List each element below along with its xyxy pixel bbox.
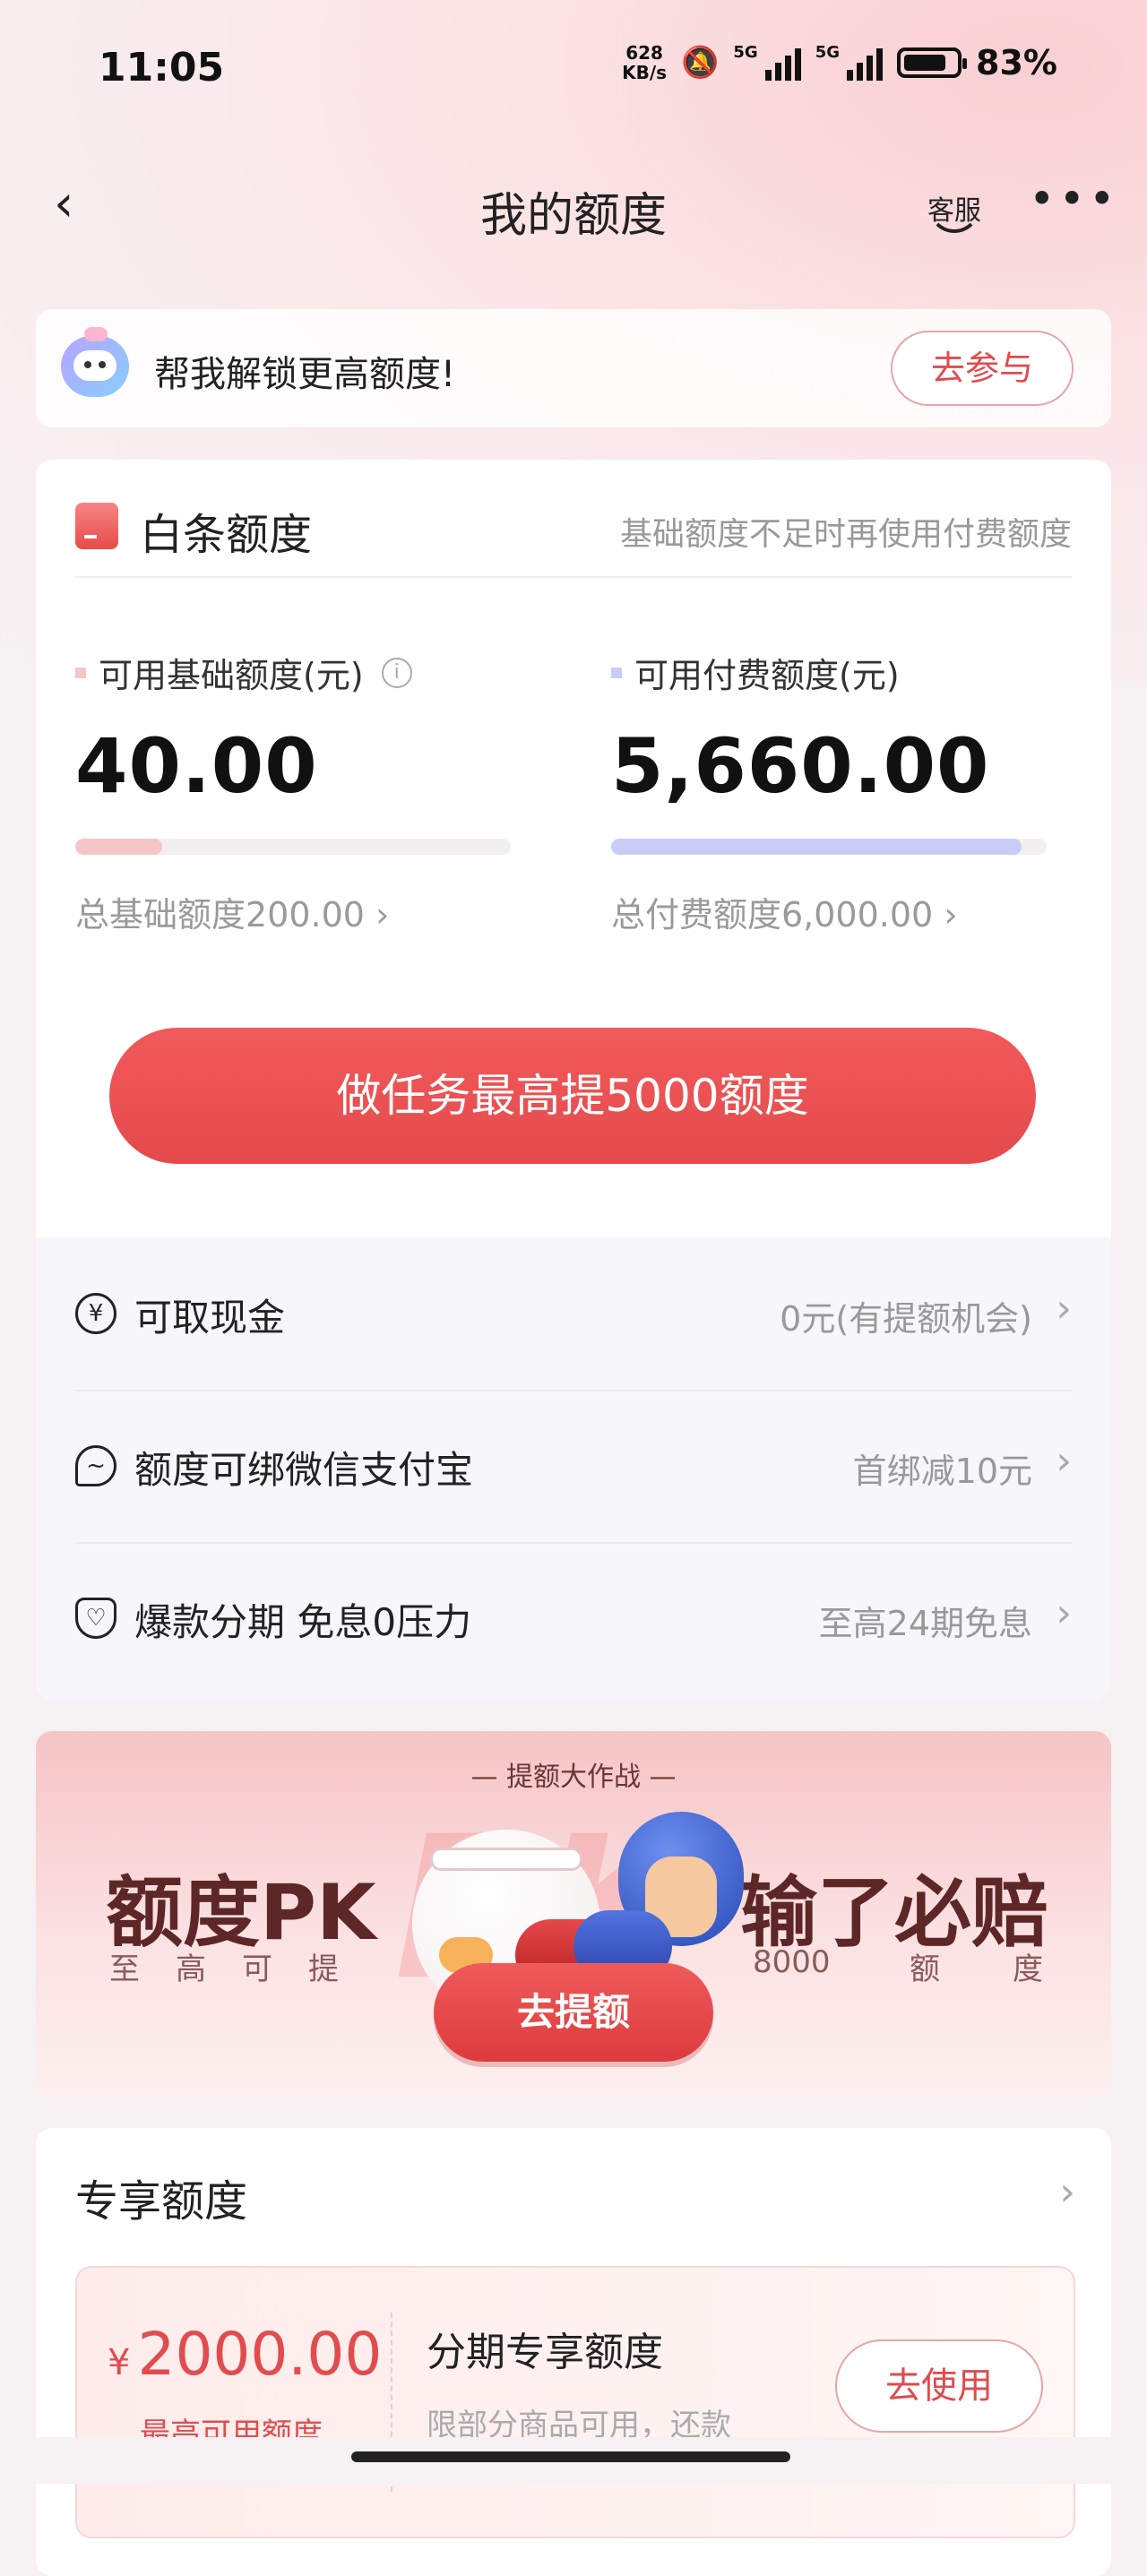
basic-credit-amount: 40.00 xyxy=(75,722,318,810)
service-label: 客服 xyxy=(927,195,981,227)
promo-tag: — 提额大作战 — xyxy=(470,1762,677,1793)
exclusive-credit-section: 专享额度 › ¥2000.00 最高可用额度 分期专享额度 限部分商品可用，还款… xyxy=(36,2128,1111,2576)
exclusive-name: 分期专享额度 xyxy=(427,2330,663,2375)
paid-credit-total-link[interactable]: 总付费额度6,000.00 › xyxy=(611,887,1050,936)
customer-service-button[interactable]: 客服 xyxy=(923,177,986,237)
section-title: 专享额度 xyxy=(75,2176,248,2227)
home-indicator[interactable] xyxy=(351,2451,790,2462)
credit-card: 白条额度 基础额度不足时再使用付费额度 可用基础额度(元) i 40.00 总基… xyxy=(36,460,1111,1701)
task-boost-button[interactable]: 做任务最高提5000额度 xyxy=(109,1028,1036,1164)
status-time: 11:05 xyxy=(99,45,225,90)
list-item-value: 至高24期免息 xyxy=(818,1604,1032,1643)
promo-right-sub-2: 额 xyxy=(910,1951,940,1987)
basic-credit-progress xyxy=(75,839,511,855)
card-hint: 基础额度不足时再使用付费额度 xyxy=(619,516,1072,553)
basic-credit-total-link[interactable]: 总基础额度200.00 › xyxy=(75,887,514,936)
use-button[interactable]: 去使用 xyxy=(835,2339,1043,2433)
paid-credit-label: 可用付费额度(元) xyxy=(634,656,900,695)
promo-right-sub-3: 度 xyxy=(1013,1951,1043,1987)
card-title: 白条额度 xyxy=(140,510,313,560)
basic-credit-label-row: 可用基础额度(元) i xyxy=(75,648,514,697)
chat-icon: ~ xyxy=(75,1445,116,1486)
net-speed-unit: KB/s xyxy=(622,62,668,83)
net-speed: 628 KB/s xyxy=(622,43,667,82)
more-icon[interactable]: ••• xyxy=(1029,177,1118,221)
basic-dot-icon xyxy=(75,667,86,678)
promo-left-sub: 至高可提 xyxy=(109,1951,375,1987)
signal-icon-2 xyxy=(847,45,884,81)
basic-credit-label: 可用基础额度(元) xyxy=(99,656,364,695)
invite-banner[interactable]: 帮我解锁更高额度! 去参与 xyxy=(36,309,1111,427)
boost-credit-button[interactable]: 去提额 xyxy=(434,1963,713,2062)
list-item-label: 额度可绑微信支付宝 xyxy=(134,1448,474,1492)
status-icons: 628 KB/s 🔕 5G 5G 83% xyxy=(622,43,1057,82)
paid-credit-total: 总付费额度6,000.00 xyxy=(611,895,934,935)
chevron-right-icon: › xyxy=(1056,1286,1072,1331)
paid-credit-progress xyxy=(611,839,1047,855)
list-item-bind-wallet[interactable]: ~ 额度可绑微信支付宝 首绑减10元 › xyxy=(75,1390,1072,1544)
battery-icon xyxy=(897,47,968,78)
chevron-right-icon: › xyxy=(1056,1438,1072,1484)
chevron-right-icon: › xyxy=(375,895,390,935)
chevron-right-icon[interactable]: › xyxy=(1059,2169,1075,2215)
chevron-right-icon: › xyxy=(944,895,958,935)
paid-dot-icon xyxy=(611,667,622,678)
paid-credit: 可用付费额度(元) 5,660.00 总付费额度6,000.00 › xyxy=(611,648,1050,936)
net-type-2: 5G xyxy=(815,43,841,62)
exclusive-credit-card[interactable]: ¥2000.00 最高可用额度 分期专享额度 限部分商品可用，还款 去使用 xyxy=(75,2266,1075,2538)
list-item-label: 爆款分期 免息0压力 xyxy=(134,1600,472,1644)
net-type-1: 5G xyxy=(733,43,758,62)
invite-text: 帮我解锁更高额度! xyxy=(154,354,456,395)
paid-credit-progress-fill xyxy=(611,839,1022,855)
list-item-label: 可取现金 xyxy=(134,1296,286,1340)
pk-promo-banner[interactable]: PK — 提额大作战 — 额度PK 至高可提 输了必赔 8000 额 度 去提额 xyxy=(36,1731,1111,2098)
list-item-installment[interactable]: ♡ 爆款分期 免息0压力 至高24期免息 › xyxy=(75,1542,1072,1694)
paid-credit-label-row: 可用付费额度(元) xyxy=(611,648,1050,697)
chevron-right-icon: › xyxy=(1056,1590,1072,1636)
list-item-value: 0元(有提额机会) xyxy=(780,1299,1032,1339)
nav-bar: ‹ 我的额度 客服 ••• xyxy=(0,161,1147,251)
join-button[interactable]: 去参与 xyxy=(891,331,1074,406)
currency-symbol: ¥ xyxy=(108,2342,131,2383)
basic-credit-total: 总基础额度200.00 xyxy=(75,895,365,935)
yuan-icon: ¥ xyxy=(75,1293,116,1334)
benefit-list: ¥ 可取现金 0元(有提额机会) › ~ 额度可绑微信支付宝 首绑减10元 › … xyxy=(36,1237,1111,1701)
baitiao-icon xyxy=(75,503,118,549)
exclusive-amount-value: 2000.00 xyxy=(137,2320,383,2389)
battery-percent: 83% xyxy=(976,43,1057,82)
basic-credit-progress-fill xyxy=(75,839,163,855)
promo-right-sub-amount: 8000 xyxy=(753,1944,831,1980)
signal-icon xyxy=(764,45,801,81)
heart-shield-icon: ♡ xyxy=(75,1598,116,1639)
status-bar: 11:05 628 KB/s 🔕 5G 5G 83% xyxy=(0,0,1147,143)
list-item-cash[interactable]: ¥ 可取现金 0元(有提额机会) › xyxy=(75,1237,1072,1391)
basic-credit: 可用基础额度(元) i 40.00 总基础额度200.00 › xyxy=(75,648,514,936)
net-speed-value: 628 xyxy=(625,42,663,64)
mute-icon: 🔕 xyxy=(681,45,720,81)
mascot-icon xyxy=(61,327,129,397)
card-header: 白条额度 基础额度不足时再使用付费额度 xyxy=(75,495,1072,578)
exclusive-amount: ¥2000.00 xyxy=(108,2320,382,2389)
paid-credit-amount: 5,660.00 xyxy=(611,722,990,810)
info-icon[interactable]: i xyxy=(381,657,412,688)
list-item-value: 首绑减10元 xyxy=(852,1452,1032,1491)
